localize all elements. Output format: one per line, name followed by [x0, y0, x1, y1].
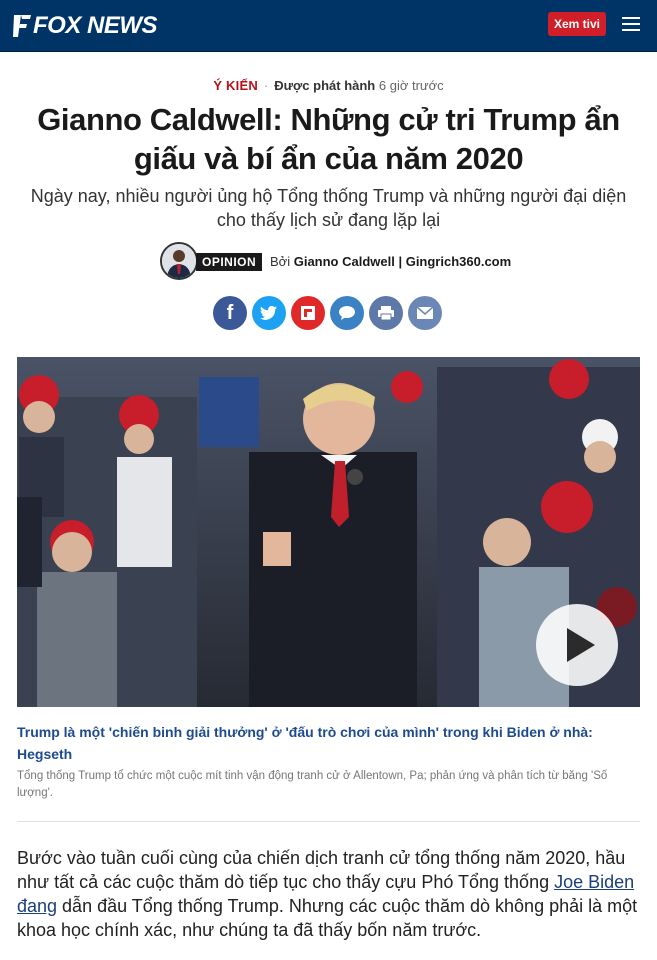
email-share-button[interactable] — [408, 296, 442, 330]
twitter-share-button[interactable] — [252, 296, 286, 330]
body-text-part-2: dẫn đầu Tổng thống Trump. Nhưng các cuộc… — [17, 896, 638, 940]
author-portrait-icon — [162, 244, 196, 278]
share-bar: f — [213, 296, 442, 330]
byline-text: Bởi Gianno Caldwell | Gingrich360.com — [270, 254, 511, 269]
flipboard-icon — [301, 306, 315, 320]
hamburger-menu-icon[interactable] — [622, 17, 640, 31]
play-button[interactable] — [536, 604, 618, 686]
top-navigation-bar: FOX NEWS Xem tivi — [0, 0, 657, 52]
fox-news-logo[interactable]: FOX NEWS — [12, 12, 158, 40]
print-button[interactable] — [369, 296, 403, 330]
comment-icon — [339, 306, 355, 320]
category-label[interactable]: Ý KIẾN — [213, 78, 258, 93]
opinion-badge: OPINION — [196, 253, 263, 271]
body-text-part-1: Bước vào tuần cuối cùng của chiến dịch t… — [17, 848, 626, 892]
byline: OPINION Bởi Gianno Caldwell | Gingrich36… — [0, 242, 657, 280]
video-caption: Tổng thống Trump tổ chức một cuộc mít ti… — [17, 770, 608, 799]
published-time: 6 giờ trước — [378, 78, 444, 93]
article-headline: Gianno Caldwell: Những cử tri Trump ẩn g… — [37, 102, 620, 176]
fox-logo-mark-icon — [13, 15, 31, 37]
facebook-share-button[interactable]: f — [213, 296, 247, 330]
author-avatar[interactable] — [160, 242, 198, 280]
print-icon — [378, 306, 394, 321]
article-meta: Ý KIẾN · Được phát hành 6 giờ trước — [0, 78, 657, 93]
email-icon — [416, 306, 434, 319]
video-title-link[interactable]: Trump là một 'chiến binh giải thưởng' ở … — [17, 721, 637, 765]
twitter-icon — [260, 305, 277, 320]
facebook-icon: f — [226, 301, 234, 324]
article-body-paragraph: Bước vào tuần cuối cùng của chiến dịch t… — [17, 846, 642, 942]
logo-text: FOX NEWS — [33, 12, 158, 39]
article-subhead: Ngày nay, nhiều người ủng hộ Tổng thống … — [30, 186, 627, 230]
meta-separator: · — [263, 78, 269, 93]
flipboard-share-button[interactable] — [291, 296, 325, 330]
watch-tv-button[interactable]: Xem tivi — [548, 12, 606, 36]
published-label: Được phát hành — [274, 78, 376, 93]
section-divider — [17, 821, 640, 822]
author-link[interactable]: Gianno Caldwell | Gingrich360.com — [294, 254, 511, 269]
comment-button[interactable] — [330, 296, 364, 330]
play-icon — [567, 628, 595, 662]
byline-prefix: Bởi — [270, 254, 291, 269]
